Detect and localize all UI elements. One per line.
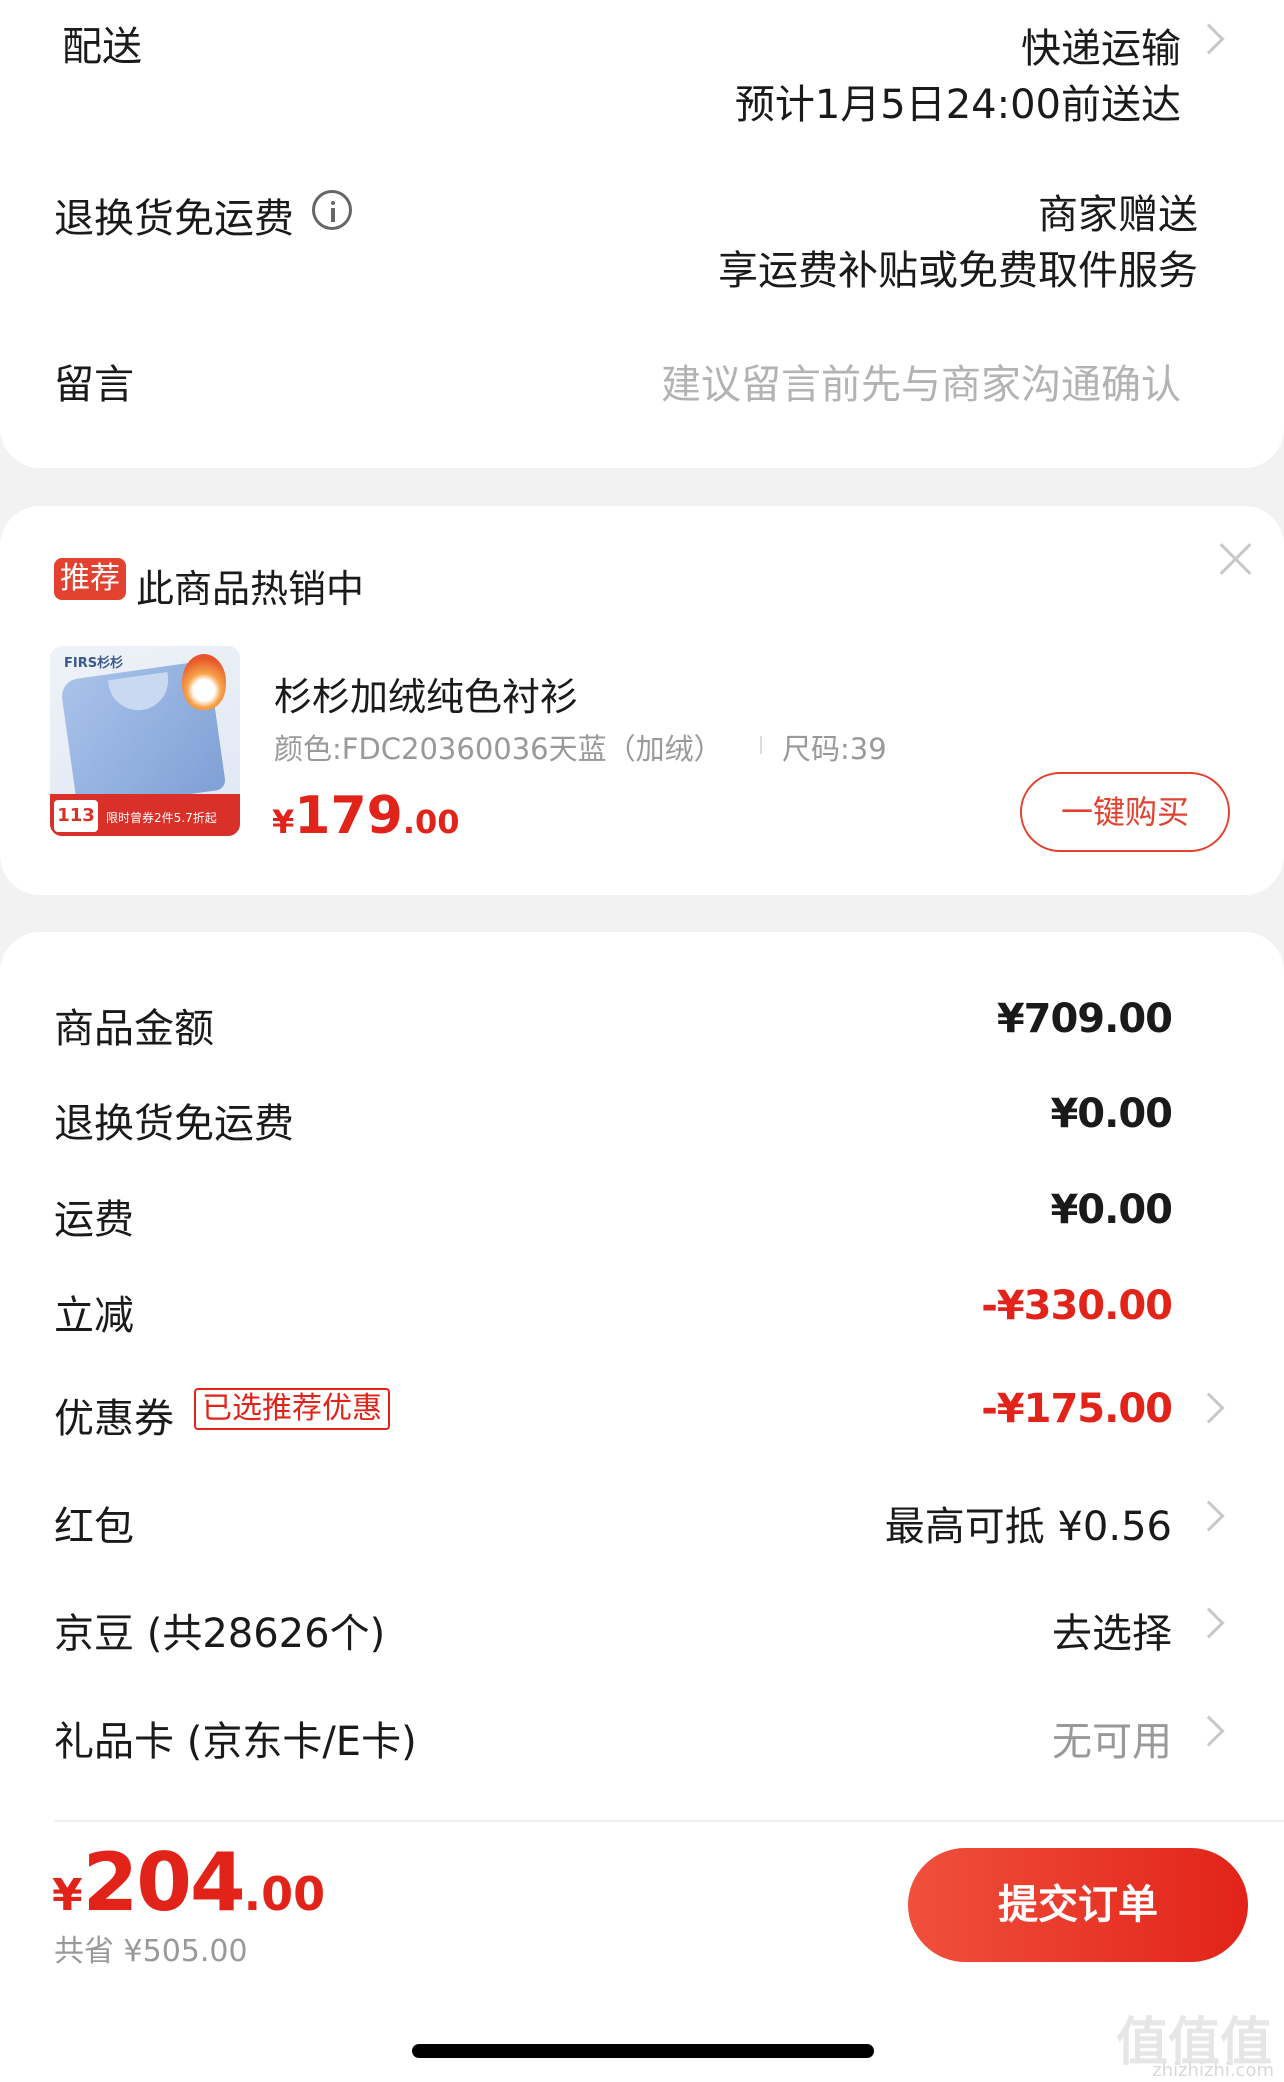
thumb-promo-text: 限时曾券2件5.7折起 <box>106 811 217 825</box>
total-price: ¥204.00 <box>52 1836 325 1929</box>
price-int: 179 <box>294 786 403 846</box>
giftcard-value[interactable]: 无可用 <box>1052 1709 1172 1767</box>
delivery-label: 配送 <box>62 24 142 70</box>
price-symbol: ¥ <box>272 803 295 841</box>
price-dec: .00 <box>402 803 460 841</box>
coupon-value[interactable]: -¥175.00 <box>981 1386 1173 1432</box>
chevron-right-icon[interactable] <box>1193 23 1225 55</box>
return-shipping-desc: 享运费补贴或免费取件服务 <box>718 248 1198 294</box>
saved-amount: 共省 ¥505.00 <box>54 1934 248 1969</box>
summary-label-3: 立减 <box>54 1293 134 1339</box>
delivery-method[interactable]: 快递运输 <box>1021 16 1181 74</box>
product-price: ¥179.00 <box>272 786 460 846</box>
redpacket-label: 红包 <box>54 1504 134 1550</box>
recommend-tag: 推荐 <box>54 558 126 600</box>
watermark-url: zhizhizhi.com <box>1152 2060 1274 2081</box>
submit-order-button[interactable]: 提交订单 <box>908 1848 1248 1962</box>
coupon-tag: 已选推荐优惠 <box>194 1388 390 1430</box>
thumb-badge: 113 <box>54 800 98 832</box>
total-dec: .00 <box>243 1867 326 1921</box>
return-shipping-value: 商家赠送 <box>1038 192 1198 238</box>
buy-now-button[interactable]: 一键购买 <box>1020 772 1230 852</box>
redpacket-value[interactable]: 最高可抵 ¥0.56 <box>885 1494 1172 1552</box>
product-spec-color: 颜色:FDC20360036天蓝（加绒） <box>274 732 723 766</box>
divider <box>54 1820 1284 1822</box>
total-symbol: ¥ <box>52 1870 83 1921</box>
home-indicator[interactable] <box>412 2044 874 2058</box>
message-input[interactable]: 建议留言前先与商家沟通确认 <box>661 352 1181 410</box>
total-int: 204 <box>82 1836 246 1929</box>
jingdou-label: 京豆 (共28626个) <box>54 1611 386 1657</box>
thumb-brand: FIRS杉杉 <box>64 656 124 671</box>
delivery-eta: 预计1月5日24:00前送达 <box>734 82 1181 128</box>
summary-value-3: -¥330.00 <box>981 1283 1173 1329</box>
product-spec-size: 尺码:39 <box>782 732 887 766</box>
product-name[interactable]: 杉杉加绒纯色衬衫 <box>274 666 578 721</box>
summary-value-0: ¥709.00 <box>996 996 1173 1042</box>
summary-value-1: ¥0.00 <box>1050 1091 1173 1137</box>
product-thumbnail[interactable]: FIRS杉杉 113 限时曾券2件5.7折起 <box>50 646 240 836</box>
summary-value-2: ¥0.00 <box>1050 1187 1173 1233</box>
giftcard-label: 礼品卡 (京东卡/E卡) <box>54 1719 417 1765</box>
return-shipping-label: 退换货免运费 <box>54 196 294 242</box>
delivery-card: 配送 快递运输 预计1月5日24:00前送达 退换货免运费 商家赠送 享运费补贴… <box>0 0 1284 468</box>
summary-label-2: 运费 <box>54 1197 134 1243</box>
close-icon[interactable] <box>1218 542 1252 576</box>
summary-label-0: 商品金额 <box>54 1006 214 1052</box>
spec-divider <box>760 736 762 754</box>
message-label: 留言 <box>54 362 134 408</box>
summary-label-1: 退换货免运费 <box>54 1101 294 1147</box>
recommend-title: 此商品热销中 <box>136 567 365 611</box>
flame-icon <box>182 654 226 710</box>
summary-card <box>0 932 1284 1832</box>
coupon-label: 优惠券 <box>54 1396 174 1442</box>
jingdou-value[interactable]: 去选择 <box>1052 1601 1172 1659</box>
info-icon[interactable] <box>312 190 352 230</box>
